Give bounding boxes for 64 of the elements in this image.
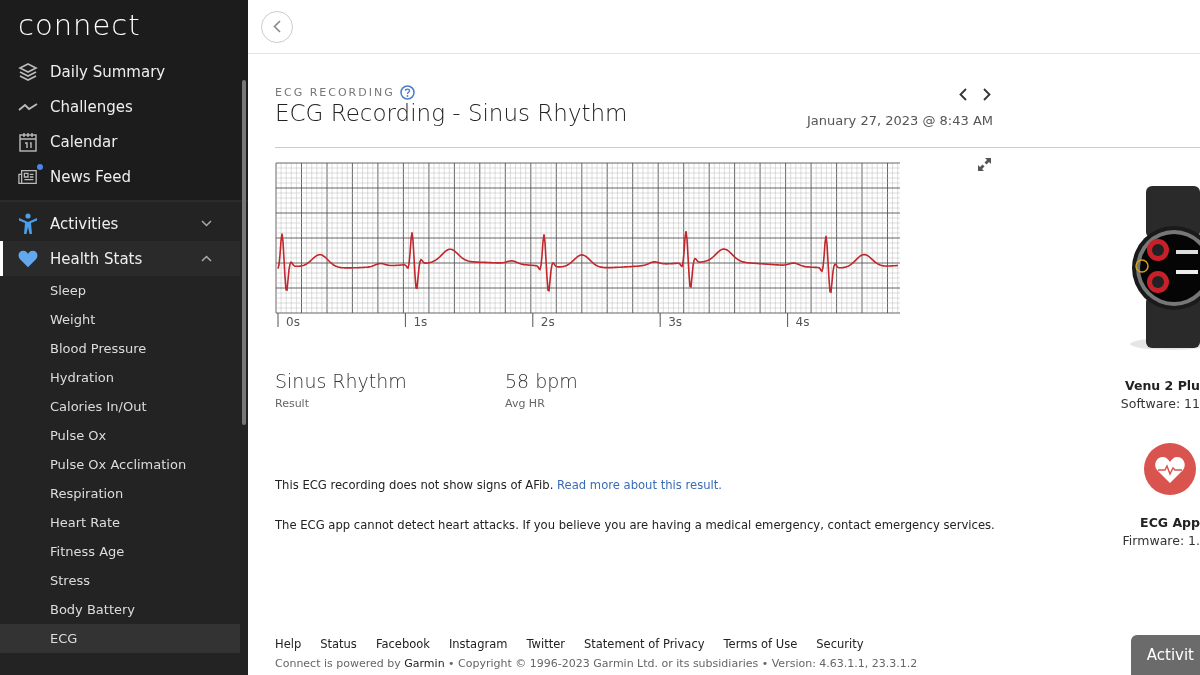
next-button[interactable] [981,86,993,103]
section-label: ECG RECORDING [275,86,395,99]
zigzag-icon [18,101,38,112]
stat-value: Sinus Rhythm [275,370,408,392]
calendar-icon [19,131,37,152]
footer-link[interactable]: Statement of Privacy [584,637,705,651]
previous-button[interactable] [957,86,969,103]
footer-link[interactable]: Terms of Use [723,637,798,651]
device-name: ECG App [1140,515,1200,530]
axis-label: 0s [286,315,300,328]
nav-item[interactable]: Health Stats [0,241,240,276]
device-name: Venu 2 Plu [1125,378,1200,393]
nav-subitem[interactable]: Body Battery [0,595,240,624]
nav-subitem[interactable]: ECG [0,624,240,653]
logo: connect [17,7,142,44]
nav-subitem[interactable]: Pulse Ox Acclimation [0,450,240,479]
footer-link[interactable]: Security [816,637,864,651]
footer-link[interactable]: Instagram [448,637,508,651]
nav-subitem[interactable]: Sleep [0,276,240,305]
footer-link[interactable]: Facebook [375,637,430,651]
axis-label: 1s [413,315,428,328]
stat-label: Result [275,397,310,410]
chevron-left-icon [959,88,967,101]
copyright-text: Connect is powered by Garmin • Copyright © 1996-2023 Garmin Ltd. or its subsidiaries • Version: 4.63.1.1, 23.3.1.2 [275,657,918,670]
activity-button[interactable]: Activit [1130,635,1200,675]
scrollbar[interactable] [242,80,246,425]
nav-subitem[interactable]: Hydration [0,363,240,392]
nav-subitem[interactable]: Weight [0,305,240,334]
axis-label: 3s [668,315,683,328]
stat-value: 58 bpm [505,370,579,392]
nav-item[interactable]: Daily Summary [0,54,240,89]
nav-item[interactable]: News Feed [0,159,240,194]
footer-link[interactable]: Help [275,637,302,651]
person-icon [18,212,38,235]
help-icon[interactable] [399,85,415,100]
chevron-left-icon [273,20,281,33]
nav-subitem[interactable]: Pulse Ox [0,421,240,450]
axis-label: 2s [540,315,555,328]
heart-icon [18,248,38,269]
expand-icon[interactable] [978,158,991,171]
nav-subitem[interactable]: Stress [0,566,240,595]
newspaper-icon [18,167,38,186]
footer-link[interactable]: Status [320,637,357,651]
chevron-right-icon [983,88,991,101]
nav-item[interactable]: Challenges [0,89,240,124]
layers-icon [18,61,38,82]
stat-label: Avg HR [505,397,546,410]
message-text: The ECG app cannot detect heart attacks. If you believe you are having a medical emergency, contact emergency services. [275,518,995,532]
nav-subitem[interactable]: Calories In/Out [0,392,240,421]
nav-subitem[interactable]: Respiration [0,479,240,508]
recording-date: January 27, 2023 @ 8:43 AM [807,113,993,130]
nav-subitem[interactable]: Fitness Age [0,537,240,566]
page-title: ECG Recording - Sinus Rhythm [275,100,628,128]
device-version: Software: 11 [1120,396,1200,411]
nav-subitem[interactable]: Blood Pressure [0,334,240,363]
axis-label: 4s [795,315,810,328]
read-more-link[interactable]: Read more about this result. [557,478,722,492]
device-version: Firmware: 1. [1122,533,1200,548]
nav-item[interactable]: Activities [0,206,240,241]
heart-app-icon [1144,443,1196,495]
nav-subitem[interactable]: Heart Rate [0,508,240,537]
message-text: This ECG recording does not show signs of AFib. Read more about this result. [275,478,722,492]
nav-item[interactable]: Calendar [0,124,240,159]
footer-link[interactable]: Twitter [526,637,565,651]
